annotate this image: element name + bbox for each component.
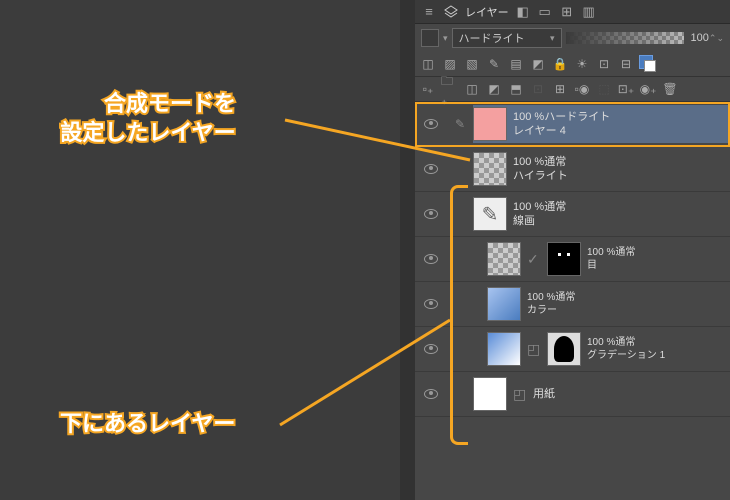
opacity-slider[interactable] xyxy=(566,32,684,44)
annotation-bottom: 下にあるレイヤー xyxy=(60,410,235,439)
lock-icon[interactable]: 🔒 xyxy=(551,55,569,73)
layer-name: 線画 xyxy=(513,214,566,228)
eye-icon[interactable] xyxy=(424,119,438,129)
tool-icon[interactable]: ◫ xyxy=(463,80,481,98)
layer-opacity-label: 100 %通常 xyxy=(587,336,665,349)
tab-icon-2[interactable]: ◧ xyxy=(515,4,531,20)
color-swatch-icon[interactable] xyxy=(639,55,653,69)
annotation-bracket xyxy=(450,185,468,445)
layer-name: グラデーション 1 xyxy=(587,349,665,362)
mask-icon[interactable]: ▫◉ xyxy=(573,80,591,98)
tool-icon[interactable]: ▤ xyxy=(507,55,525,73)
tool-icon[interactable]: ◉₊ xyxy=(639,80,657,98)
tool-icon[interactable]: ⊡ xyxy=(595,55,613,73)
blend-mode-row: ▾ ハードライト ▾ 100⌃⌄ xyxy=(415,24,730,52)
layer-opacity-label: 100 %通常 xyxy=(513,155,568,169)
layer-name: 目 xyxy=(587,259,635,272)
layer-thumbnail[interactable]: ✎ xyxy=(473,197,507,231)
new-folder-icon[interactable]: 🗀₊ xyxy=(441,80,459,98)
blend-preview-icon[interactable] xyxy=(421,29,439,47)
blend-mode-dropdown[interactable]: ハードライト ▾ xyxy=(452,28,562,48)
tool-icon[interactable]: ◩ xyxy=(485,80,503,98)
chevron-down-icon[interactable]: ▾ xyxy=(443,33,448,44)
eye-icon[interactable] xyxy=(424,299,438,309)
layer-thumbnail[interactable] xyxy=(473,377,507,411)
tab-icon-5[interactable]: ▥ xyxy=(581,4,597,20)
layer-opacity-label: 100 %通常 xyxy=(527,291,575,304)
tool-icon[interactable]: ⊡ xyxy=(529,80,547,98)
layer-thumbnail[interactable] xyxy=(487,332,521,366)
layer-thumbnail[interactable] xyxy=(473,107,507,141)
eye-icon[interactable] xyxy=(424,209,438,219)
mask-thumbnail[interactable] xyxy=(547,242,581,276)
eye-icon[interactable] xyxy=(424,344,438,354)
new-layer-icon[interactable]: ▫₊ xyxy=(419,80,437,98)
eye-icon[interactable] xyxy=(424,164,438,174)
layer-name: 用紙 xyxy=(533,387,555,401)
chevron-down-icon: ▾ xyxy=(550,33,555,44)
tool-icon[interactable]: ⊟ xyxy=(617,55,635,73)
layer-toolbar-1: ◫ ▨ ▧ ✎ ▤ ◩ 🔒 ☀ ⊡ ⊟ xyxy=(415,52,730,77)
layer-thumbnail[interactable] xyxy=(487,287,521,321)
annotation-top: 合成モードを 設定したレイヤー xyxy=(60,90,236,147)
tool-icon[interactable]: ▨ xyxy=(441,55,459,73)
layer-name: ハイライト xyxy=(513,169,568,183)
tool-icon[interactable]: ◩ xyxy=(529,55,547,73)
layers-stack-icon[interactable] xyxy=(443,4,459,20)
mask-thumbnail[interactable] xyxy=(547,332,581,366)
delete-layer-icon[interactable]: 🗑 xyxy=(661,80,679,98)
tool-icon[interactable]: ⊞ xyxy=(551,80,569,98)
layer-opacity-label: 100 %ハードライト xyxy=(513,110,610,124)
pencil-icon[interactable]: ✎ xyxy=(447,117,473,131)
tool-icon[interactable]: ⬚ xyxy=(595,80,613,98)
blend-mode-value: ハードライト xyxy=(459,30,525,46)
duplicate-layer-icon[interactable]: ⊡₊ xyxy=(617,80,635,98)
paper-icon: ◰ xyxy=(527,341,543,358)
paper-icon: ◰ xyxy=(513,386,529,403)
eye-icon[interactable] xyxy=(424,254,438,264)
tool-icon[interactable]: ☀ xyxy=(573,55,591,73)
tool-icon[interactable]: ⬒ xyxy=(507,80,525,98)
tool-icon[interactable]: ◫ xyxy=(419,55,437,73)
tool-icon[interactable]: ✎ xyxy=(485,55,503,73)
tab-icon-4[interactable]: ⊞ xyxy=(559,4,575,20)
layer-opacity-label: 100 %通常 xyxy=(587,246,635,259)
layer-name: カラー xyxy=(527,304,575,317)
tool-icon[interactable]: ▧ xyxy=(463,55,481,73)
menu-icon[interactable]: ≡ xyxy=(421,4,437,20)
panel-tabs: ≡ レイヤー ◧ ▭ ⊞ ▥ xyxy=(415,0,730,24)
layer-row-selected[interactable]: ✎ 100 %ハードライト レイヤー 4 xyxy=(415,102,730,147)
opacity-value[interactable]: 100⌃⌄ xyxy=(688,32,724,44)
layer-thumbnail[interactable] xyxy=(473,152,507,186)
layer-opacity-label: 100 %通常 xyxy=(513,200,566,214)
panel-title: レイヤー xyxy=(465,4,509,20)
layer-thumbnail[interactable] xyxy=(487,242,521,276)
layer-name: レイヤー 4 xyxy=(513,124,610,138)
clip-check-icon: ✓ xyxy=(527,251,543,268)
layer-actions-row: ▫₊ 🗀₊ ◫ ◩ ⬒ ⊡ ⊞ ▫◉ ⬚ ⊡₊ ◉₊ 🗑 xyxy=(415,77,730,102)
tab-icon-3[interactable]: ▭ xyxy=(537,4,553,20)
eye-icon[interactable] xyxy=(424,389,438,399)
